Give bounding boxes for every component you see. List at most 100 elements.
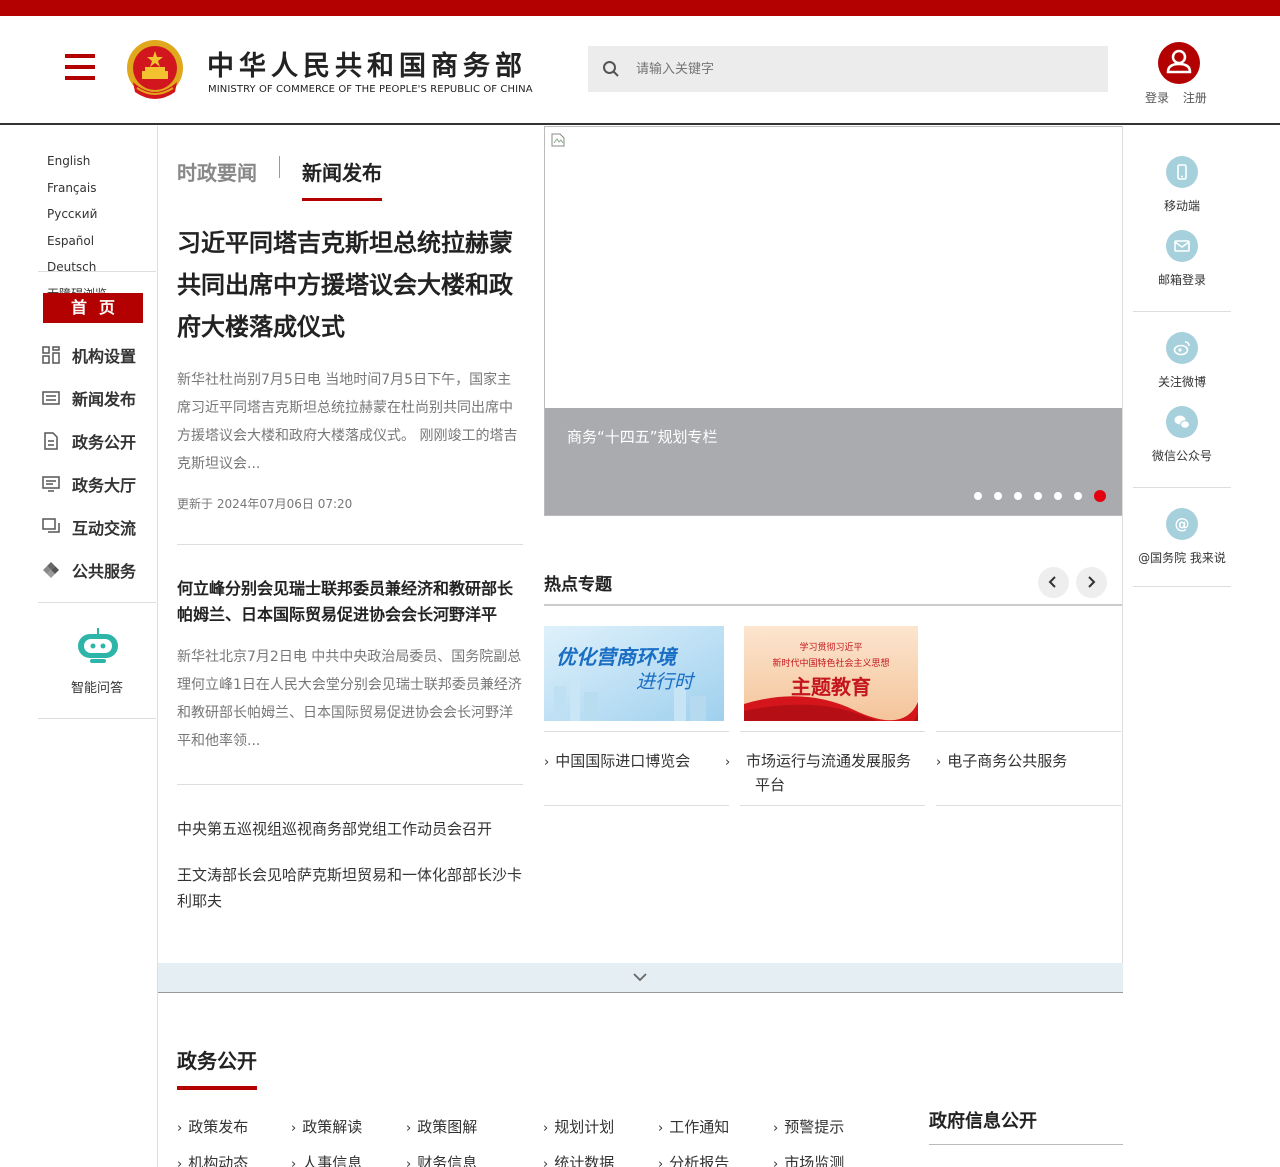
broken-image-icon	[551, 133, 565, 147]
robot-assistant-icon[interactable]	[76, 626, 120, 666]
svg-text:学习贯彻习近平: 学习贯彻习近平	[799, 641, 862, 653]
lang-french[interactable]: Français	[47, 181, 96, 195]
carousel-caption[interactable]: 商务“十四五”规划专栏	[567, 426, 718, 447]
theme-education-banner[interactable]: 学习贯彻习近平 新时代中国特色社会主义思想 主题教育	[744, 626, 918, 721]
lang-english[interactable]: English	[47, 154, 90, 168]
nav-item-gov-affairs[interactable]: 政务公开	[42, 419, 157, 462]
assistant-label[interactable]: 智能问答	[38, 677, 156, 696]
link-policy-release[interactable]: › 政策发布	[177, 1116, 248, 1137]
nav-item-public-service[interactable]: 公共服务	[42, 548, 157, 591]
carousel-dot[interactable]	[1054, 492, 1062, 500]
weibo-label: 关注微博	[1157, 375, 1206, 389]
divider	[177, 784, 523, 785]
lead-news-title[interactable]: 习近平同塔吉克斯坦总统拉赫蒙共同出席中方援塔议会大楼和政府大楼落成仪式	[177, 222, 522, 348]
column-divider	[1122, 126, 1123, 993]
news-tabs: 时政要闻 新闻发布	[177, 156, 382, 201]
chevron-right-icon: ›	[177, 1121, 183, 1136]
mail-label: 邮箱登录	[1157, 273, 1206, 287]
mail-icon	[1166, 230, 1198, 262]
link-label: 政策图解	[417, 1118, 478, 1136]
nav-label: 公共服务	[72, 561, 137, 581]
weibo-icon	[1166, 332, 1198, 364]
link-label: 政策发布	[188, 1118, 249, 1136]
prev-arrow-icon[interactable]	[1038, 567, 1069, 598]
link-market-monitoring[interactable]: › 市场监测	[773, 1152, 844, 1167]
nav-item-service-hall[interactable]: 政务大厅	[42, 462, 157, 505]
news-title[interactable]: 何立峰分别会见瑞士联邦委员兼经济和教研部长帕姆兰、日本国际贸易促进协会会长河野洋…	[177, 576, 523, 628]
link-label: 市场监测	[784, 1154, 845, 1167]
site-title[interactable]: 中华人民共和国商务部	[207, 44, 527, 83]
mobile-label: 移动端	[1163, 199, 1200, 213]
business-environment-banner[interactable]: 优化营商环境 进行时	[544, 626, 724, 721]
chevron-right-icon: ›	[773, 1121, 779, 1136]
link-finance[interactable]: › 财务信息	[406, 1152, 477, 1167]
chevron-right-icon: ›	[291, 1121, 297, 1136]
link-label: 分析报告	[669, 1154, 730, 1167]
link-policy-interpretation[interactable]: › 政策解读	[291, 1116, 362, 1137]
carousel-dot[interactable]	[1074, 492, 1082, 500]
register-link[interactable]: 注册	[1183, 91, 1207, 105]
lang-spanish[interactable]: Español	[47, 234, 94, 248]
tab-news-release[interactable]: 新闻发布	[302, 157, 382, 201]
link-warnings[interactable]: › 预警提示	[773, 1116, 844, 1137]
document-icon	[44, 431, 58, 450]
divider	[38, 271, 156, 272]
user-icon[interactable]	[1158, 42, 1200, 84]
topic-link-expo[interactable]: › 中国国际进口博览会	[544, 750, 724, 774]
svg-text:主题教育: 主题教育	[791, 675, 871, 699]
carousel[interactable]: 商务“十四五”规划专栏	[544, 126, 1123, 516]
nav-item-interaction[interactable]: 互动交流	[42, 505, 157, 548]
carousel-dot[interactable]	[1034, 492, 1042, 500]
carousel-dots	[962, 490, 1106, 502]
state-council-feedback-link[interactable]: @ @国务院 我来说	[1133, 508, 1231, 566]
nav-item-org[interactable]: 机构设置	[42, 333, 157, 376]
service-hall-icon	[42, 475, 60, 492]
link-work-notices[interactable]: › 工作通知	[658, 1116, 729, 1137]
lead-news-summary: 新华社杜尚别7月5日电 当地时间7月5日下午，国家主席习近平同塔吉克斯坦总统拉赫…	[177, 372, 518, 472]
carousel-dot[interactable]	[994, 492, 1002, 500]
topic-label: 市场运行与流通发展服务平台	[746, 752, 912, 794]
svg-text:@: @	[1175, 515, 1190, 533]
national-emblem-icon	[127, 40, 183, 99]
lang-russian[interactable]: Русский	[47, 207, 97, 221]
topic-link-ecommerce[interactable]: › 电子商务公共服务	[936, 750, 1121, 774]
search-icon[interactable]	[602, 60, 620, 78]
link-policy-graphics[interactable]: › 政策图解	[406, 1116, 477, 1137]
home-button[interactable]: 首页	[43, 293, 143, 323]
list-item[interactable]: 中央第五巡视组巡视商务部党组工作动员会召开	[177, 816, 523, 842]
carousel-dot-active[interactable]	[1094, 490, 1106, 502]
weibo-link[interactable]: 关注微博	[1133, 332, 1231, 390]
link-plans[interactable]: › 规划计划	[543, 1116, 614, 1137]
link-analysis[interactable]: › 分析报告	[658, 1152, 729, 1167]
gov-affairs-title[interactable]: 政务公开	[177, 1045, 257, 1090]
search-input[interactable]	[636, 54, 1086, 84]
link-label: 统计数据	[554, 1154, 615, 1167]
divider	[740, 731, 925, 732]
menu-icon[interactable]	[65, 54, 95, 80]
chat-icon	[42, 517, 60, 533]
mobile-link[interactable]: 移动端	[1133, 156, 1231, 214]
wechat-link[interactable]: 微信公众号	[1133, 406, 1231, 464]
link-statistics[interactable]: › 统计数据	[543, 1152, 614, 1167]
mail-login-link[interactable]: 邮箱登录	[1133, 230, 1231, 288]
login-link[interactable]: 登录	[1145, 91, 1169, 105]
news-list: 中央第五巡视组巡视商务部党组工作动员会召开 王文涛部长会见哈萨克斯坦贸易和一体化…	[177, 816, 523, 934]
chevron-right-icon: ›	[543, 1121, 549, 1136]
expand-bar[interactable]	[158, 963, 1123, 993]
link-label: 规划计划	[554, 1118, 615, 1136]
nav-item-news[interactable]: 新闻发布	[42, 376, 157, 419]
divider	[1133, 586, 1231, 587]
link-label: 政策解读	[302, 1118, 363, 1136]
link-personnel[interactable]: › 人事信息	[291, 1152, 362, 1167]
link-agency-news[interactable]: › 机构动态	[177, 1152, 248, 1167]
carousel-dot[interactable]	[974, 492, 982, 500]
search-box	[588, 46, 1108, 92]
carousel-dot[interactable]	[1014, 492, 1022, 500]
top-accent-bar	[0, 0, 1280, 16]
next-arrow-icon[interactable]	[1076, 567, 1107, 598]
topic-link-market[interactable]: › 市场运行与流通发展服务平台	[725, 750, 922, 796]
list-item[interactable]: 王文涛部长会见哈萨克斯坦贸易和一体化部部长沙卡利耶夫	[177, 862, 523, 914]
gov-info-title[interactable]: 政府信息公开	[929, 1107, 1037, 1133]
site-header: 中华人民共和国商务部 MINISTRY OF COMMERCE OF THE P…	[0, 16, 1280, 125]
tab-politics[interactable]: 时政要闻	[177, 157, 257, 198]
